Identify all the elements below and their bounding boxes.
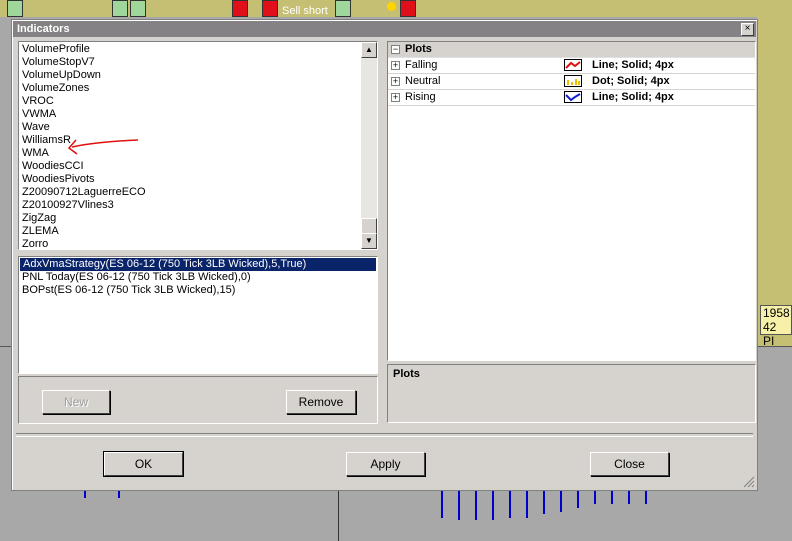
chart-background-top: Sell short [0,0,792,17]
volume-bar [492,490,494,520]
chart-candle [7,0,23,17]
plot-row-falling[interactable]: + Falling Line; Solid; 4px [388,58,755,74]
applied-list-item[interactable]: AdxVmaStrategy(ES 06-12 (750 Tick 3LB Wi… [20,258,376,271]
volume-bar [118,490,120,498]
indicator-list-item[interactable]: VWMA [22,108,360,121]
scroll-thumb[interactable] [361,218,377,234]
indicator-list-item[interactable]: Zorro [22,238,360,249]
price-label: 1958 42 PI [760,305,792,348]
dot-icon [564,75,582,87]
volume-bars [0,490,792,541]
scroll-down-arrow-icon[interactable]: ▼ [361,233,377,249]
indicator-list-item[interactable]: WoodiesPivots [22,173,360,186]
indicator-list-scrollbar[interactable]: ▲ ▼ [361,42,377,249]
plot-name: Rising [405,91,436,103]
dialog-titlebar[interactable]: Indicators × [13,21,756,37]
indicator-list-item[interactable]: ZLEMA [22,225,360,238]
plot-row-rising[interactable]: + Rising Line; Solid; 4px [388,90,755,106]
chart-candle [400,0,416,17]
applied-list-item[interactable]: BOPst(ES 06-12 (750 Tick 3LB Wicked),15) [19,284,377,297]
indicator-list-item[interactable]: VROC [22,95,360,108]
volume-bar [475,490,477,520]
sell-short-label: Sell short [282,5,328,17]
ok-button[interactable]: OK [103,451,184,477]
property-grid[interactable]: − Plots + Falling Line; Solid; 4px + Neutral… [387,41,756,361]
indicator-list-item[interactable]: VolumeUpDown [22,69,360,82]
chart-candle [112,0,128,17]
new-button[interactable]: New [42,390,110,414]
plots-category[interactable]: − Plots [388,42,755,58]
indicator-list-item[interactable]: ZigZag [22,212,360,225]
red-arrow-annotation-icon [67,139,139,155]
chart-candle [262,0,278,17]
volume-bar [84,490,86,498]
line-icon [564,59,582,71]
applied-list-items: AdxVmaStrategy(ES 06-12 (750 Tick 3LB Wi… [19,258,377,297]
plot-name: Neutral [405,75,441,87]
indicators-dialog: Indicators × VolumeProfile VolumeStopV7 Vo… [11,19,758,491]
indicator-list-item[interactable]: Z20100927Vlines3 [22,199,360,212]
volume-bar [645,490,647,504]
list-buttons-panel: New Remove [18,376,378,424]
volume-bar [560,490,562,512]
volume-bar [526,490,528,518]
indicator-list-item[interactable]: VolumeStopV7 [22,56,360,69]
indicator-list-item[interactable]: WoodiesCCI [22,160,360,173]
remove-button[interactable]: Remove [286,390,356,414]
description-panel: Plots [387,364,756,423]
description-title: Plots [393,368,420,380]
volume-bar [611,490,613,504]
volume-bar [458,490,460,520]
volume-bar [577,490,579,508]
dialog-separator [16,433,753,437]
indicator-list-item[interactable]: VolumeProfile [22,43,360,56]
chart-background-right [757,17,792,347]
resize-grip-icon[interactable] [743,476,755,488]
indicator-list-item[interactable]: Z20090712LaguerreECO [22,186,360,199]
indicator-list-item[interactable]: Wave [22,121,360,134]
plot-name: Falling [405,59,438,71]
plot-style-value[interactable]: Line; Solid; 4px [592,90,674,105]
dialog-title: Indicators [17,23,70,35]
close-button[interactable]: Close [590,452,669,476]
expand-icon[interactable]: + [391,93,400,102]
plots-category-label: Plots [405,43,432,55]
line-icon [564,91,582,103]
plot-style-value[interactable]: Dot; Solid; 4px [592,74,670,89]
collapse-icon[interactable]: − [391,45,400,54]
property-rows: + Falling Line; Solid; 4px + Neutral Dot; Sol… [388,58,755,106]
volume-bar [543,490,545,514]
expand-icon[interactable]: + [391,61,400,70]
chart-candle [232,0,248,17]
indicator-list-item[interactable]: VolumeZones [22,82,360,95]
plot-style-value[interactable]: Line; Solid; 4px [592,58,674,73]
volume-bar [628,490,630,504]
close-icon[interactable]: × [741,23,754,36]
volume-bar [594,490,596,504]
plot-row-neutral[interactable]: + Neutral Dot; Solid; 4px [388,74,755,90]
chart-dot [387,2,396,11]
time-value: 42 PI [763,320,777,348]
scroll-up-arrow-icon[interactable]: ▲ [361,42,377,58]
expand-icon[interactable]: + [391,77,400,86]
applied-indicator-list[interactable]: AdxVmaStrategy(ES 06-12 (750 Tick 3LB Wi… [18,256,378,374]
volume-bar [509,490,511,518]
apply-button[interactable]: Apply [346,452,425,476]
chart-candle [335,0,351,17]
applied-list-item[interactable]: PNL Today(ES 06-12 (750 Tick 3LB Wicked)… [19,271,377,284]
chart-candle [130,0,146,17]
price-value: 1958 [763,306,790,320]
volume-bar [441,490,443,518]
